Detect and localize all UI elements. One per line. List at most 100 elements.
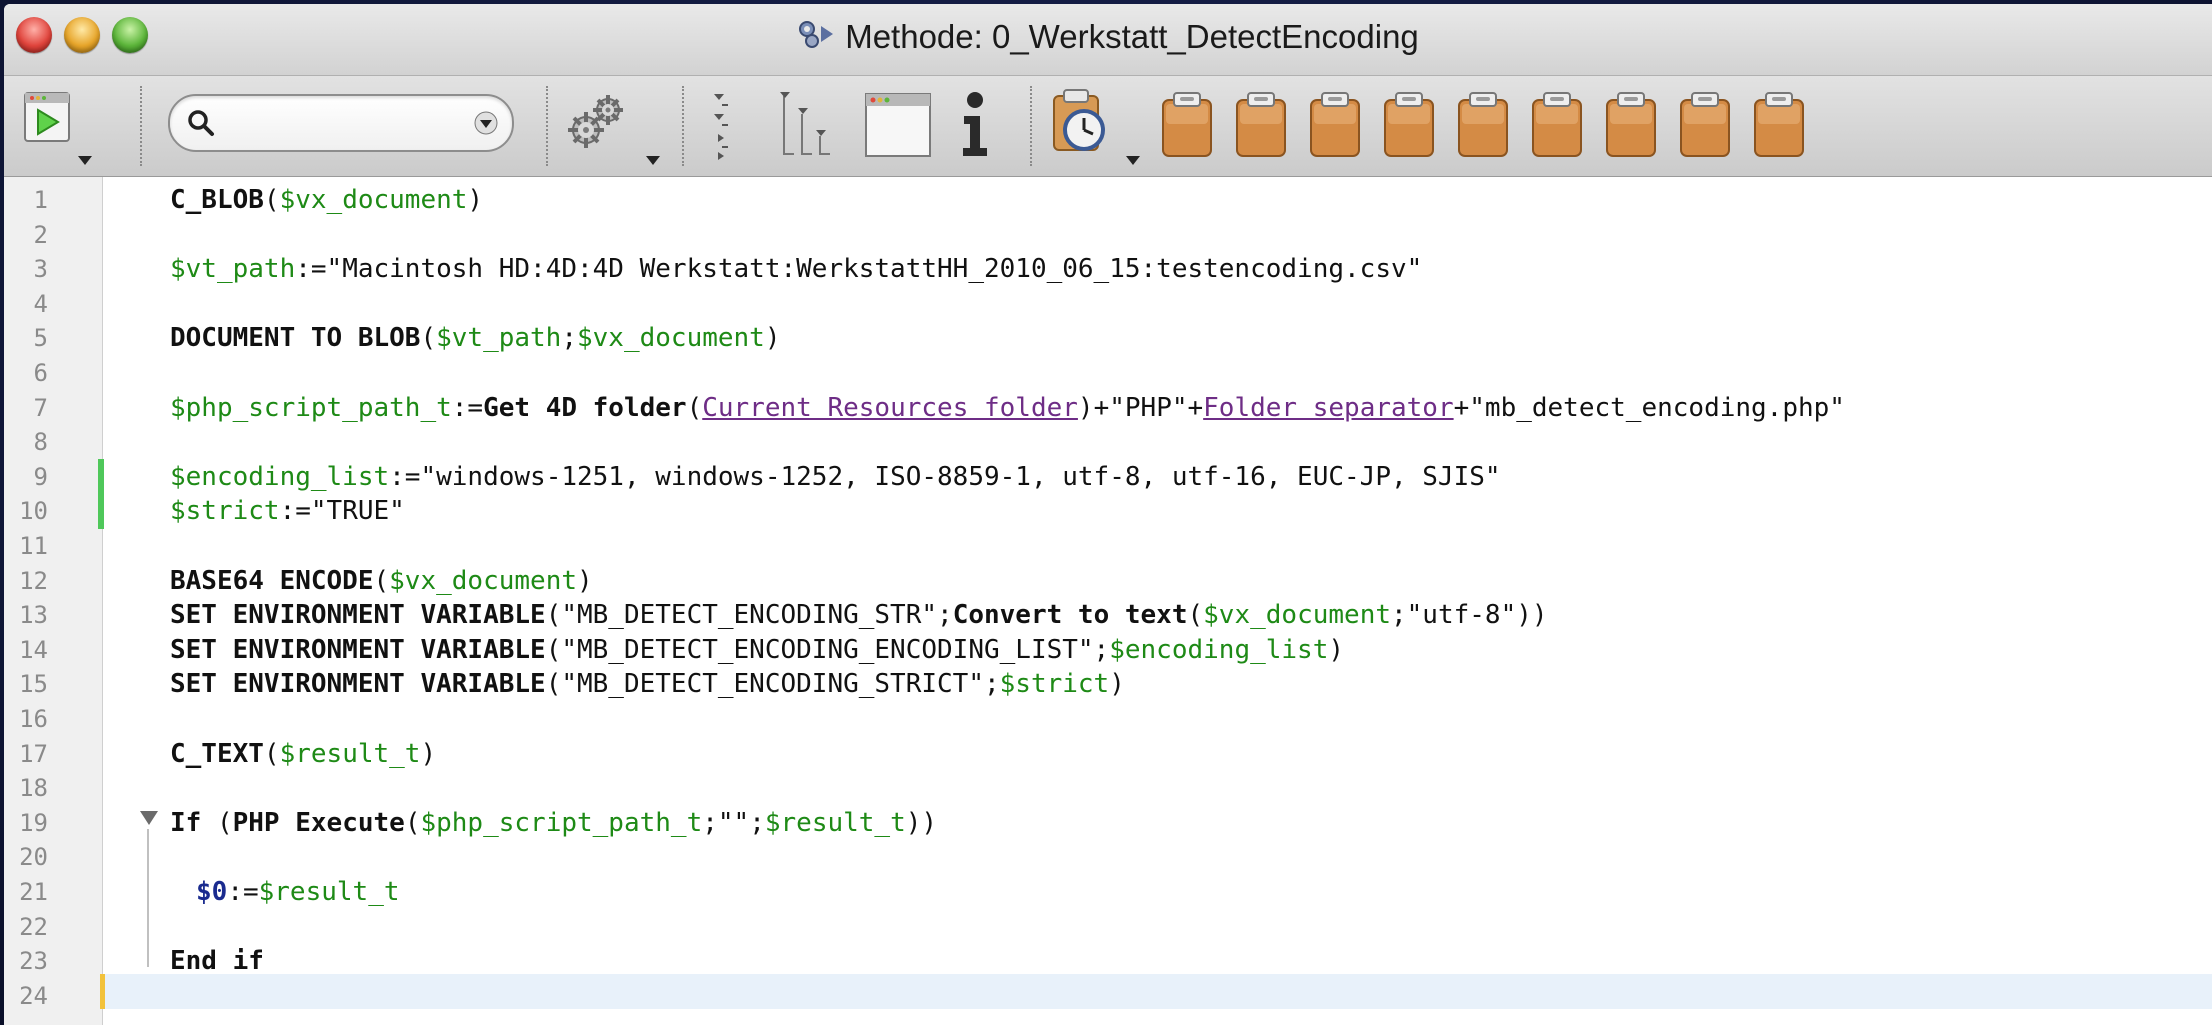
code-token: ; [561, 323, 577, 354]
clipboard-button-1[interactable] [1160, 92, 1214, 163]
code-token: ("MB_DETECT_ENCODING_STRICT"; [545, 669, 1000, 700]
code-token: := [451, 392, 484, 423]
line-number: 16 [19, 705, 48, 733]
toolbar-separator [546, 86, 548, 166]
search-input[interactable] [226, 104, 450, 142]
clipboard-button-7[interactable] [1604, 92, 1658, 163]
clock-clipboard-icon [1053, 89, 1105, 151]
code-editor[interactable]: 1 2 3 4 5 6 7 8 9 10 11 12 13 14 15 16 17 18 19 20 21 22 23 24 … [4, 177, 2212, 1025]
line-number: 10 [19, 497, 48, 526]
code-token: ( [404, 807, 421, 838]
code-line-10[interactable]: $strict:="TRUE" [170, 494, 405, 529]
code-line-15[interactable]: SET ENVIRONMENT VARIABLE("MB_DETECT_ENCO… [170, 667, 1125, 702]
code-token: SET ENVIRONMENT VARIABLE [170, 600, 546, 631]
code-token: )) [905, 807, 938, 838]
code-token: ) [467, 185, 484, 215]
window-icon [865, 93, 931, 157]
clipboard-icon [1458, 92, 1508, 157]
search-icon [188, 110, 214, 136]
code-line-5[interactable]: DOCUMENT TO BLOB($vt_path;$vx_document) [170, 321, 781, 356]
clipboard-button-3[interactable] [1308, 92, 1362, 163]
collapse-all-button[interactable] [712, 92, 736, 165]
modified-lines-marker [98, 459, 104, 529]
code-line-7[interactable]: $php_script_path_t:=Get 4D folder(Curren… [170, 391, 1845, 426]
code-line-3[interactable]: $vt_path:="Macintosh HD:4D:4D Werkstatt:… [170, 252, 1422, 287]
line-number: 1 [33, 186, 48, 214]
code-token: )+"PHP"+ [1077, 392, 1204, 423]
line-number: 6 [33, 359, 48, 387]
code-token: $vx_document [279, 185, 468, 215]
macro-options-caret[interactable] [646, 156, 660, 165]
clipboard-icon [1606, 92, 1656, 157]
window-title: Methode: 0_Werkstatt_DetectEncoding [845, 18, 1419, 55]
code-token: PHP Execute [232, 807, 405, 838]
show-window-button[interactable] [864, 92, 932, 163]
code-line-1[interactable]: C_BLOB($vx_document) [170, 183, 483, 218]
code-token: := [227, 877, 259, 907]
code-line-13[interactable]: SET ENVIRONMENT VARIABLE("MB_DETECT_ENCO… [170, 598, 1548, 633]
code-token: ( [263, 738, 280, 769]
code-line-19[interactable]: If (PHP Execute($php_script_path_t;"";$r… [170, 806, 937, 841]
clipboard-button-9[interactable] [1752, 92, 1806, 163]
clipboard-icon [1680, 92, 1730, 157]
code-token: Folder separator [1203, 392, 1454, 423]
code-token: $strict [170, 496, 280, 527]
line-number: 23 [19, 947, 48, 976]
method-icon [797, 20, 835, 58]
line-number: 24 [19, 981, 48, 1010]
code-token: ) [577, 565, 593, 596]
code-token: ("MB_DETECT_ENCODING_STR"; [545, 600, 953, 631]
run-options-caret[interactable] [78, 156, 92, 165]
clipboard-options-caret[interactable] [1126, 156, 1140, 165]
fold-triangle-icon[interactable] [140, 811, 158, 825]
clipboard-button-5[interactable] [1456, 92, 1510, 163]
clipboard-button-8[interactable] [1678, 92, 1732, 163]
code-line-17[interactable]: C_TEXT($result_t) [170, 737, 436, 772]
code-token: $php_script_path_t [170, 392, 452, 423]
code-token: $vt_path [436, 323, 562, 354]
code-token: :="windows-1251, windows-1252, ISO-8859-… [389, 461, 1501, 492]
code-token: ) [420, 738, 437, 769]
code-token: SET ENVIRONMENT VARIABLE [170, 669, 546, 700]
code-line-12[interactable]: BASE64 ENCODE($vx_document) [170, 564, 593, 599]
code-token: End if [170, 946, 264, 977]
code-token: $php_script_path_t [420, 807, 703, 838]
code-line-23[interactable]: End if [170, 944, 264, 979]
code-token: Convert to text [952, 600, 1188, 631]
code-token: ("MB_DETECT_ENCODING_ENCODING_LIST"; [545, 634, 1110, 665]
clipboard-icon [1310, 92, 1360, 157]
toolbar-separator [682, 86, 684, 166]
code-line-9[interactable]: $encoding_list:="windows-1251, windows-1… [170, 460, 1501, 495]
line-number: 12 [19, 566, 48, 595]
line-number: 22 [19, 912, 48, 941]
code-line-14[interactable]: SET ENVIRONMENT VARIABLE("MB_DETECT_ENCO… [170, 633, 1344, 668]
chevron-down-icon[interactable] [474, 111, 498, 135]
code-token: $result_t [764, 807, 906, 838]
code-token: $vx_document [1203, 600, 1391, 631]
code-token: ( [420, 323, 437, 354]
expand-all-button[interactable] [780, 92, 834, 165]
code-line-21[interactable]: $0:=$result_t [196, 875, 400, 910]
search-field[interactable] [168, 94, 514, 152]
line-number: 11 [19, 532, 48, 560]
clipboard-icon [1384, 92, 1434, 157]
clipboard-button-4[interactable] [1382, 92, 1436, 163]
code-token: BASE64 ENCODE [170, 565, 374, 596]
clipboard-icon [1236, 92, 1286, 157]
code-token: ) [1109, 669, 1125, 700]
run-method-button[interactable] [24, 92, 70, 149]
clipboard-icon [1162, 92, 1212, 157]
code-token: ( [1187, 600, 1204, 631]
line-number: 4 [33, 289, 48, 318]
macro-button[interactable] [562, 90, 632, 161]
current-line-highlight [103, 974, 2212, 1009]
info-button[interactable] [960, 90, 990, 163]
run-method-icon [24, 92, 70, 142]
clipboard-button-6[interactable] [1530, 92, 1584, 163]
clipboard-menu-button[interactable] [1050, 88, 1110, 159]
code-token: :="Macintosh HD:4D:4D Werkstatt:Werkstat… [295, 254, 1423, 285]
toolbar-separator [140, 86, 142, 166]
current-line-marker [100, 974, 105, 1009]
info-icon [963, 92, 987, 156]
clipboard-button-2[interactable] [1234, 92, 1288, 163]
